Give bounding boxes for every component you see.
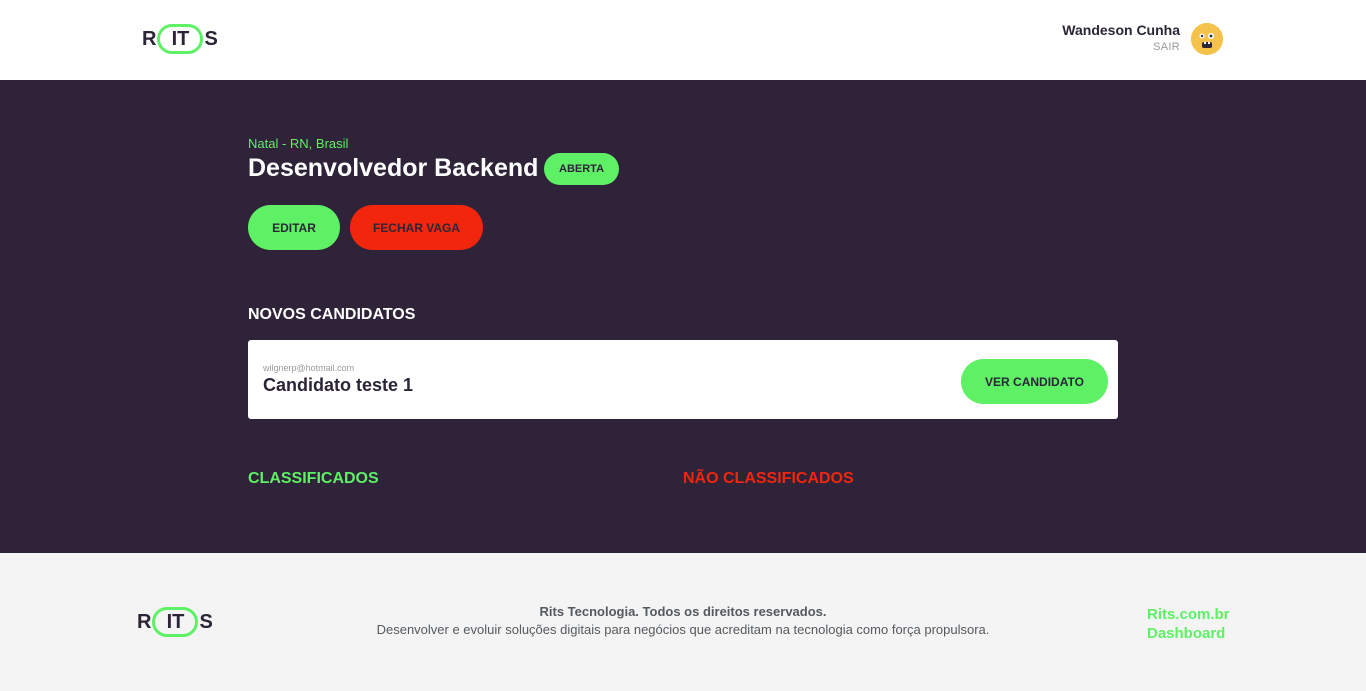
unclassified-title: NÃO CLASSIFICADOS	[683, 470, 854, 487]
new-candidates-title: NOVOS CANDIDATOS	[248, 306, 416, 323]
footer-link-dashboard[interactable]: Dashboard	[1147, 624, 1230, 643]
rits-logo[interactable]: R IT S	[142, 24, 218, 54]
classified-title: CLASSIFICADOS	[248, 470, 379, 487]
emoji-avatar-icon	[1191, 23, 1223, 55]
job-detail-section: Natal - RN, Brasil Desenvolvedor Backend…	[0, 80, 1366, 553]
candidate-name: Candidato teste 1	[263, 375, 414, 395]
job-location: Natal - RN, Brasil	[248, 136, 349, 151]
footer: R IT S Rits Tecnologia. Todos os direito…	[0, 553, 1366, 691]
logo-letter-s: S	[204, 28, 218, 50]
logo-pill: IT	[157, 24, 204, 54]
view-candidate-button[interactable]: VER CANDIDATO	[961, 359, 1108, 404]
top-header: R IT S Wandeson Cunha SAIR	[0, 0, 1366, 80]
logo-letter-r: R	[142, 28, 157, 50]
user-menu: Wandeson Cunha SAIR	[1062, 22, 1180, 53]
candidate-email: wilgnerp@hotmail.com	[263, 363, 355, 373]
job-title: Desenvolvedor Backend	[248, 154, 539, 182]
footer-links: Rits.com.br Dashboard	[1147, 605, 1230, 643]
avatar[interactable]	[1191, 23, 1223, 55]
footer-link-rits-site[interactable]: Rits.com.br	[1147, 605, 1230, 624]
user-name: Wandeson Cunha	[1062, 22, 1180, 38]
edit-button[interactable]: EDITAR	[248, 205, 340, 250]
status-badge: ABERTA	[544, 153, 620, 185]
candidate-card: wilgnerp@hotmail.com Candidato teste 1 V…	[248, 340, 1118, 419]
close-job-button[interactable]: FECHAR VAGA	[350, 205, 483, 250]
logout-link[interactable]: SAIR	[1062, 41, 1180, 53]
